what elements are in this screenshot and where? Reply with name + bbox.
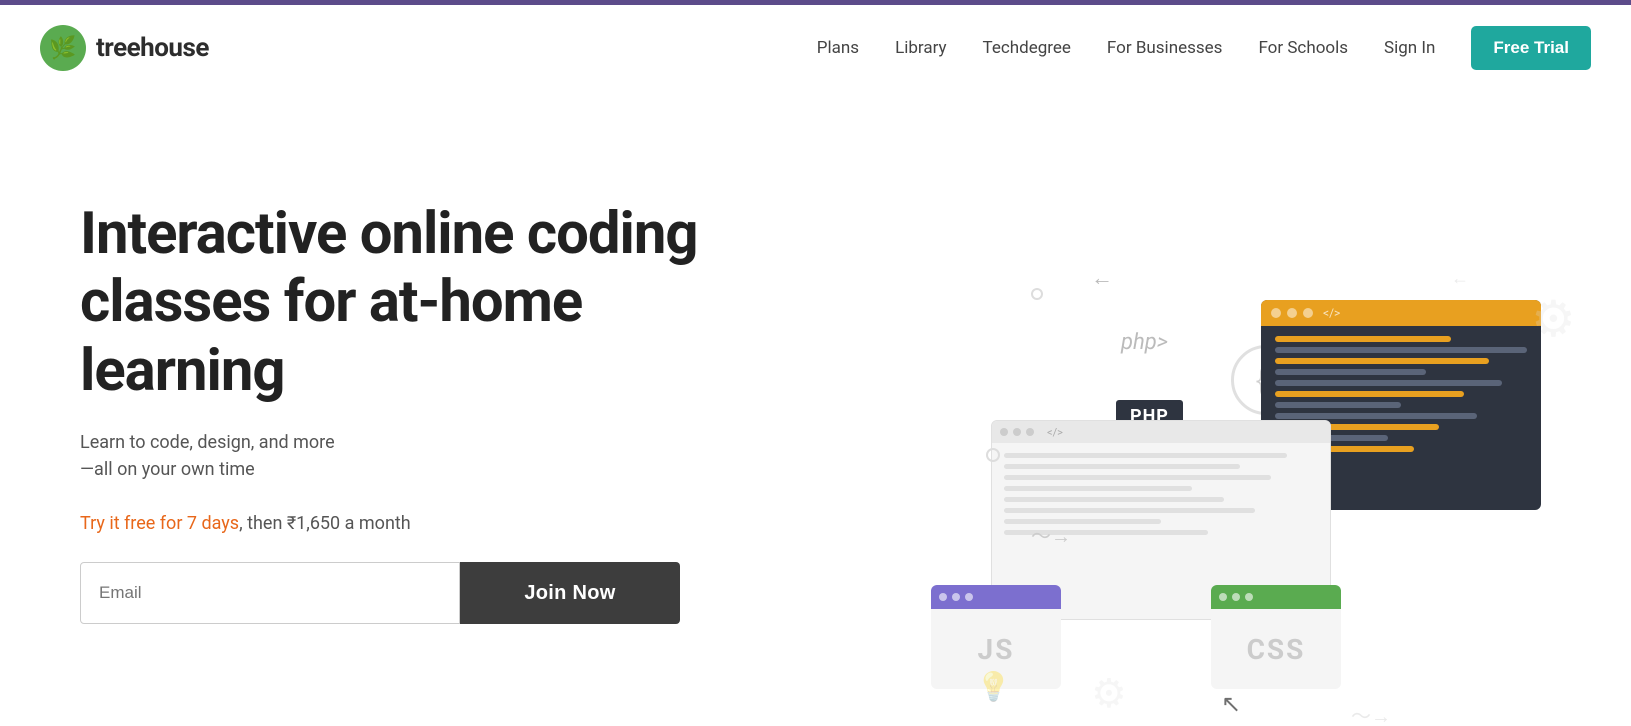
nav-plans[interactable]: Plans [817,38,859,58]
browser-line [1004,464,1240,469]
css-label: CSS [1211,609,1341,689]
main-nav: Plans Library Techdegree For Businesses … [817,26,1591,70]
lang-dot [939,593,947,601]
dot2 [1287,308,1297,318]
code-line [1275,358,1489,364]
trial-suffix: , then ₹1,650 a month [239,513,411,534]
php-float-text: php> [1121,330,1168,355]
code-tag: </> [1323,306,1340,320]
css-card-header [1211,585,1341,609]
lang-dot [952,593,960,601]
free-trial-button[interactable]: Free Trial [1471,26,1591,70]
browser-dot [1013,428,1021,436]
code-editor-card: </> [1261,300,1541,510]
hero-form: Join Now [80,562,780,624]
code-line [1275,336,1451,342]
deco-squiggle-1: 〜→ [1031,520,1071,549]
code-line [1275,413,1477,419]
browser-line [1004,497,1224,502]
browser-header: </> [992,421,1330,443]
nav-library[interactable]: Library [895,38,946,58]
email-input[interactable] [80,562,460,624]
nav-for-schools[interactable]: For Schools [1258,38,1348,58]
code-line [1275,347,1527,353]
browser-dot [1000,428,1008,436]
dot1 [1271,308,1281,318]
js-card: JS [931,585,1061,689]
code-line [1275,435,1388,441]
gear-icon-right: ⚙ [1531,290,1576,349]
deco-squiggle-2: 〜→ [1351,700,1391,726]
code-line [1275,391,1464,397]
logo-link[interactable]: 🌿 treehouse [40,25,209,71]
nav-for-businesses[interactable]: For Businesses [1107,38,1223,58]
deco-circle-1 [986,448,1000,462]
hero-trial-text: Try it free for 7 days, then ₹1,650 a mo… [80,513,780,534]
lang-dot [1245,593,1253,601]
code-line [1275,380,1502,386]
svg-text:🌿: 🌿 [49,35,76,61]
join-now-button[interactable]: Join Now [460,562,680,624]
code-line [1275,402,1401,408]
header: 🌿 treehouse Plans Library Techdegree For… [0,5,1631,90]
hero-illustration: ← php> {} </> [831,90,1631,726]
hero-subtitle: Learn to code, design, and more —all on … [80,429,780,483]
lightbulb-icon: 💡 [976,670,1011,703]
js-label: JS [931,609,1061,689]
browser-line [1004,486,1192,491]
css-card: CSS [1211,585,1341,689]
code-line [1275,424,1439,430]
hero-section: Interactive online coding classes for at… [0,90,1631,726]
browser-lines [992,443,1330,545]
code-line [1275,369,1426,375]
hero-content: Interactive online coding classes for at… [80,150,780,624]
browser-tag: </> [1047,426,1063,439]
browser-dot [1026,428,1034,436]
code-lines [1261,326,1541,462]
deco-arrow-left: ← [1091,265,1113,291]
nav-techdegree[interactable]: Techdegree [983,38,1071,58]
nav-sign-in[interactable]: Sign In [1384,38,1435,58]
lang-dot [965,593,973,601]
dot3 [1303,308,1313,318]
curly-braces-icon: {} [1231,345,1301,415]
lang-dot [1232,593,1240,601]
treehouse-logo-icon: 🌿 [40,25,86,71]
browser-line [1004,519,1161,524]
browser-line [1004,453,1287,458]
deco-circle-2 [1031,288,1043,300]
js-card-header [931,585,1061,609]
browser-line [1004,475,1271,480]
hero-subtitle-line2: —all on your own time [80,459,255,480]
browser-line [1004,508,1255,513]
code-line [1275,446,1414,452]
php-badge: PHP [1116,400,1183,433]
browser-card-main: </> [991,420,1331,620]
cursor-icon: ↖ [1221,690,1241,718]
hero-subtitle-line1: Learn to code, design, and more [80,432,335,453]
browser-line [1004,530,1208,535]
logo-text: treehouse [96,33,209,63]
lang-dot [1219,593,1227,601]
deco-arrow-top-right: ← [1451,268,1469,289]
trial-link[interactable]: Try it free for 7 days [80,513,239,534]
gear-icon-bottom: ⚙ [1091,670,1127,717]
hero-title: Interactive online coding classes for at… [80,200,780,405]
